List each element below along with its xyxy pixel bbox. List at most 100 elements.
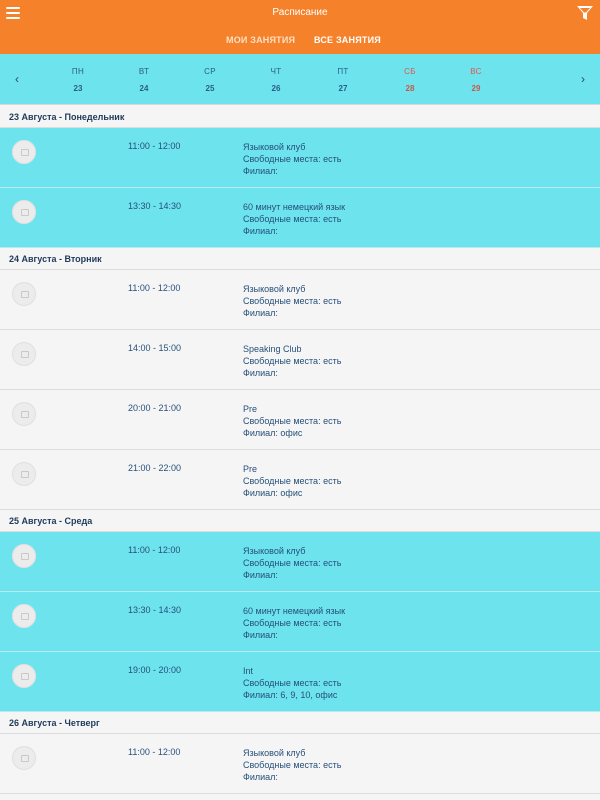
class-name: Языковой клуб bbox=[243, 546, 306, 556]
list-item[interactable]: 21:00 - 22:00 Pre Свободные места: есть … bbox=[0, 450, 600, 510]
class-info: Pre Свободные места: есть Филиал: офис bbox=[243, 403, 341, 439]
class-branch: Филиал: bbox=[243, 630, 278, 640]
class-seats: Свободные места: есть bbox=[243, 618, 342, 628]
class-seats: Свободные места: есть bbox=[243, 678, 342, 688]
class-branch: Филиал: bbox=[243, 368, 278, 378]
class-time: 19:00 - 20:00 bbox=[128, 665, 182, 675]
class-branch: Филиал: офис bbox=[243, 428, 303, 438]
page-title: Расписание bbox=[272, 7, 328, 18]
avatar bbox=[12, 462, 36, 486]
class-time: 21:00 - 22:00 bbox=[128, 463, 182, 473]
class-info: 60 минут немецкий язык Свободные места: … bbox=[243, 201, 345, 237]
class-info: Speaking Club Свободные места: есть Фили… bbox=[243, 343, 341, 379]
day-fri[interactable]: ПТ 27 bbox=[328, 67, 358, 93]
day-name: ЧТ bbox=[270, 67, 282, 76]
avatar bbox=[12, 664, 36, 688]
class-info: Языковой клуб Свободные места: есть Фили… bbox=[243, 283, 341, 319]
class-info: Языковой клуб Свободные места: есть Фили… bbox=[243, 747, 341, 783]
day-name: СБ bbox=[404, 67, 416, 76]
avatar bbox=[12, 282, 36, 306]
class-seats: Свободные места: есть bbox=[243, 416, 342, 426]
schedule-list: 23 Августа - Понедельник 11:00 - 12:00 Я… bbox=[0, 106, 600, 794]
chevron-left-icon[interactable]: ‹ bbox=[12, 72, 22, 86]
class-time: 13:30 - 14:30 bbox=[128, 201, 182, 211]
class-name: Pre bbox=[243, 404, 258, 414]
day-date: 24 bbox=[139, 84, 149, 93]
class-seats: Свободные места: есть bbox=[243, 356, 342, 366]
tab-my-classes[interactable]: МОИ ЗАНЯТИЯ bbox=[226, 35, 295, 45]
day-name: ВТ bbox=[138, 67, 150, 76]
class-seats: Свободные места: есть bbox=[243, 476, 342, 486]
list-item[interactable]: 11:00 - 12:00 Языковой клуб Свободные ме… bbox=[0, 270, 600, 330]
section-header: 26 Августа - Четверг bbox=[0, 712, 600, 734]
list-item[interactable]: 11:00 - 12:00 Языковой клуб Свободные ме… bbox=[0, 532, 600, 592]
class-branch: Филиал: bbox=[243, 166, 278, 176]
class-branch: Филиал: bbox=[243, 772, 278, 782]
class-info: Int Свободные места: есть Филиал: 6, 9, … bbox=[243, 665, 341, 701]
avatar bbox=[12, 544, 36, 568]
list-item[interactable]: 13:30 - 14:30 60 минут немецкий язык Сво… bbox=[0, 188, 600, 248]
avatar bbox=[12, 342, 36, 366]
day-name: ПН bbox=[71, 67, 85, 76]
class-name: Языковой клуб bbox=[243, 284, 306, 294]
class-branch: Филиал: bbox=[243, 308, 278, 318]
class-name: Pre bbox=[243, 464, 258, 474]
class-time: 20:00 - 21:00 bbox=[128, 403, 182, 413]
day-sat[interactable]: СБ 28 bbox=[395, 67, 425, 93]
day-date: 26 bbox=[271, 84, 281, 93]
class-time: 11:00 - 12:00 bbox=[128, 141, 181, 151]
class-name: Int bbox=[243, 666, 254, 676]
class-time: 11:00 - 12:00 bbox=[128, 747, 181, 757]
week-selector: ‹ ПН 23 ВТ 24 СР 25 ЧТ 26 ПТ 27 СБ 28 ВС 29 › bbox=[0, 54, 600, 105]
avatar bbox=[12, 402, 36, 426]
class-time: 11:00 - 12:00 bbox=[128, 545, 181, 555]
class-name: Языковой клуб bbox=[243, 748, 306, 758]
day-name: СР bbox=[204, 67, 216, 76]
filter-icon[interactable] bbox=[576, 4, 594, 22]
avatar bbox=[12, 200, 36, 224]
day-tue[interactable]: ВТ 24 bbox=[129, 67, 159, 93]
class-name: 60 минут немецкий язык bbox=[243, 606, 346, 616]
day-name: ВС bbox=[470, 67, 482, 76]
class-name: 60 минут немецкий язык bbox=[243, 202, 346, 212]
class-name: Speaking Club bbox=[243, 344, 302, 354]
section-header: 24 Августа - Вторник bbox=[0, 248, 600, 270]
day-thu[interactable]: ЧТ 26 bbox=[261, 67, 291, 93]
class-time: 14:00 - 15:00 bbox=[128, 343, 182, 353]
class-info: 60 минут немецкий язык Свободные места: … bbox=[243, 605, 345, 641]
avatar bbox=[12, 604, 36, 628]
class-seats: Свободные места: есть bbox=[243, 760, 342, 770]
class-time: 11:00 - 12:00 bbox=[128, 283, 181, 293]
day-sun[interactable]: ВС 29 bbox=[461, 67, 491, 93]
class-info: Pre Свободные места: есть Филиал: офис bbox=[243, 463, 341, 499]
list-item[interactable]: 19:00 - 20:00 Int Свободные места: есть … bbox=[0, 652, 600, 712]
tab-all-classes[interactable]: ВСЕ ЗАНЯТИЯ bbox=[314, 35, 381, 45]
list-item[interactable]: 20:00 - 21:00 Pre Свободные места: есть … bbox=[0, 390, 600, 450]
list-item[interactable]: 11:00 - 12:00 Языковой клуб Свободные ме… bbox=[0, 128, 600, 188]
class-seats: Свободные места: есть bbox=[243, 214, 342, 224]
day-date: 29 bbox=[471, 84, 481, 93]
class-branch: Филиал: bbox=[243, 570, 278, 580]
day-date: 25 bbox=[205, 84, 215, 93]
day-date: 27 bbox=[338, 84, 348, 93]
list-item[interactable]: 13:30 - 14:30 60 минут немецкий язык Сво… bbox=[0, 592, 600, 652]
day-mon[interactable]: ПН 23 bbox=[63, 67, 93, 93]
day-name: ПТ bbox=[337, 67, 349, 76]
class-info: Языковой клуб Свободные места: есть Фили… bbox=[243, 141, 341, 177]
class-name: Языковой клуб bbox=[243, 142, 306, 152]
chevron-right-icon[interactable]: › bbox=[578, 72, 588, 86]
day-date: 23 bbox=[73, 84, 83, 93]
class-seats: Свободные места: есть bbox=[243, 154, 342, 164]
class-time: 13:30 - 14:30 bbox=[128, 605, 182, 615]
day-date: 28 bbox=[405, 84, 415, 93]
class-seats: Свободные места: есть bbox=[243, 558, 342, 568]
class-branch: Филиал: bbox=[243, 226, 278, 236]
list-item[interactable]: 11:00 - 12:00 Языковой клуб Свободные ме… bbox=[0, 734, 600, 794]
class-info: Языковой клуб Свободные места: есть Фили… bbox=[243, 545, 341, 581]
class-branch: Филиал: 6, 9, 10, офис bbox=[243, 690, 338, 700]
class-seats: Свободные места: есть bbox=[243, 296, 342, 306]
avatar bbox=[12, 746, 36, 770]
class-branch: Филиал: офис bbox=[243, 488, 303, 498]
list-item[interactable]: 14:00 - 15:00 Speaking Club Свободные ме… bbox=[0, 330, 600, 390]
day-wed[interactable]: СР 25 bbox=[195, 67, 225, 93]
